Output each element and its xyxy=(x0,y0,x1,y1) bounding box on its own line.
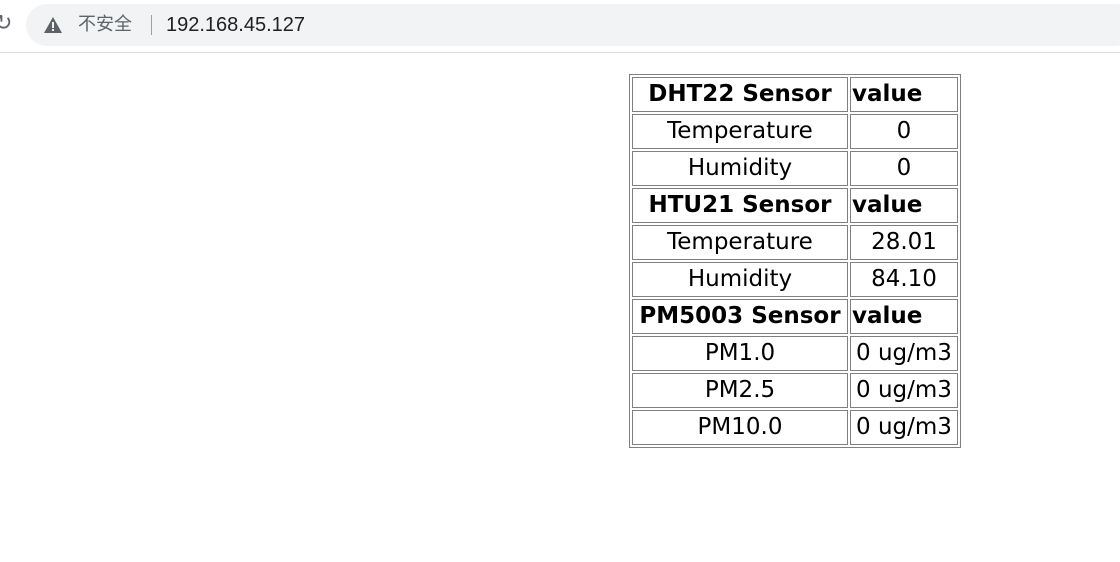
reading-name: Temperature xyxy=(632,225,848,260)
reading-value: 0 xyxy=(850,151,958,186)
sensor-name-header: DHT22 Sensor xyxy=(632,77,848,112)
reading-value: 0 ug/m3 xyxy=(850,373,958,408)
browser-toolbar: ↻ 不安全 192.168.45.127 xyxy=(0,0,1120,53)
address-divider xyxy=(151,15,152,35)
table-row: Humidity 84.10 xyxy=(632,262,958,297)
table-row: Temperature 28.01 xyxy=(632,225,958,260)
url-text[interactable]: 192.168.45.127 xyxy=(166,14,305,36)
section-header-row: DHT22 Sensor value xyxy=(632,77,958,112)
value-header: value xyxy=(850,299,958,334)
reading-name: Temperature xyxy=(632,114,848,149)
reading-value: 0 ug/m3 xyxy=(850,336,958,371)
reading-name: PM1.0 xyxy=(632,336,848,371)
reading-name: PM2.5 xyxy=(632,373,848,408)
reload-icon[interactable]: ↻ xyxy=(0,13,12,35)
security-status-label[interactable]: 不安全 xyxy=(78,14,132,36)
sensor-name-header: PM5003 Sensor xyxy=(632,299,848,334)
table-row: Humidity 0 xyxy=(632,151,958,186)
sensor-table: DHT22 Sensor value Temperature 0 Humidit… xyxy=(629,74,961,448)
table-row: PM1.0 0 ug/m3 xyxy=(632,336,958,371)
table-row: Temperature 0 xyxy=(632,114,958,149)
reading-name: Humidity xyxy=(632,151,848,186)
reading-value: 0 ug/m3 xyxy=(850,410,958,445)
address-bar[interactable]: 不安全 192.168.45.127 xyxy=(26,4,1120,46)
reading-value: 84.10 xyxy=(850,262,958,297)
reading-name: PM10.0 xyxy=(632,410,848,445)
section-header-row: HTU21 Sensor value xyxy=(632,188,958,223)
reading-value: 28.01 xyxy=(850,225,958,260)
reading-name: Humidity xyxy=(632,262,848,297)
table-row: PM10.0 0 ug/m3 xyxy=(632,410,958,445)
value-header: value xyxy=(850,77,958,112)
sensor-name-header: HTU21 Sensor xyxy=(632,188,848,223)
section-header-row: PM5003 Sensor value xyxy=(632,299,958,334)
table-row: PM2.5 0 ug/m3 xyxy=(632,373,958,408)
reading-value: 0 xyxy=(850,114,958,149)
warning-triangle-icon[interactable] xyxy=(44,17,62,33)
value-header: value xyxy=(850,188,958,223)
